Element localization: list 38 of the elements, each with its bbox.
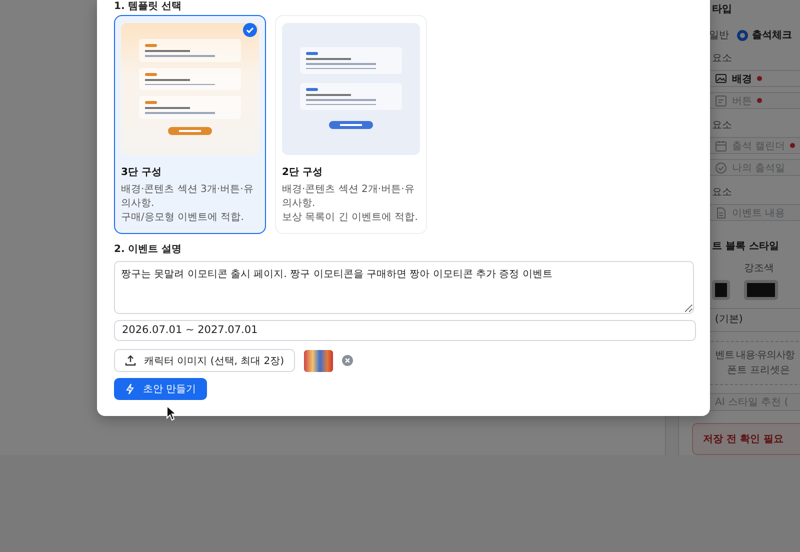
description-field[interactable]: 짱구는 못말려 이모티콘 출시 페이지. 짱구 이모티콘을 구매하면 짱아 이모티콘 추가 증정 이벤트 <box>114 261 694 314</box>
check-circle-icon <box>715 162 727 174</box>
template-description: 구매/응모형 이벤트에 적합. <box>121 211 245 225</box>
panel-heading: 타입 <box>712 3 732 16</box>
lightning-icon <box>125 383 135 396</box>
radio-label[interactable]: 일반 <box>709 28 729 42</box>
remove-icon <box>342 355 354 366</box>
period-field[interactable]: 2026.07.01 ~ 2027.07.01 <box>114 320 696 342</box>
group-label: 요소 <box>712 52 732 65</box>
field-label: 강조색 <box>744 262 775 276</box>
radio-button[interactable] <box>737 30 748 40</box>
group-label: 요소 <box>712 186 732 200</box>
color-swatch[interactable] <box>712 280 730 300</box>
note-text: 폰트 프리셋은 <box>726 364 792 378</box>
check-icon <box>243 23 257 37</box>
template-description: 배경·콘텐츠 섹션 2개·버튼·유의사항. <box>282 183 416 211</box>
template-card[interactable]: 2단 구성 배경·콘텐츠 섹션 2개·버튼·유의사항. 보상 목록이 긴 이벤트에 적합. <box>275 15 427 234</box>
upload-button[interactable]: 캐릭터 이미지 (선택, 최대 2장) <box>114 349 296 372</box>
upload-icon <box>125 355 136 366</box>
template-card[interactable]: 3단 구성 배경·콘텐츠 섹션 3개·버튼·유의사항. 구매/응모형 이벤트에 적합. <box>114 15 266 234</box>
section-title: 2. 이벤트 설명 <box>114 243 182 256</box>
section-title: 1. 템플릿 선택 <box>114 0 182 13</box>
calendar-icon <box>715 140 727 152</box>
panel-heading: 트 블록 스타일 <box>712 240 779 254</box>
document-icon <box>715 206 727 219</box>
generate-button[interactable]: 초안 만들기 <box>114 378 208 400</box>
button-icon <box>715 94 727 107</box>
color-swatch[interactable] <box>744 280 778 300</box>
template-name: 3단 구성 <box>121 166 162 179</box>
warning-title: 저장 전 확인 필요 <box>703 433 784 446</box>
template-description: 보상 목록이 긴 이벤트에 적합. <box>282 211 419 225</box>
radio-label[interactable]: 출석체크 <box>752 28 792 42</box>
template-description: 배경·콘텐츠 섹션 3개·버튼·유의사항. <box>121 183 254 211</box>
note-text: 벤트 내용·유의사항 <box>715 349 796 364</box>
group-label: 요소 <box>712 119 732 132</box>
image-thumbnail <box>304 350 334 372</box>
image-icon <box>715 72 727 85</box>
template-name: 2단 구성 <box>282 166 324 179</box>
